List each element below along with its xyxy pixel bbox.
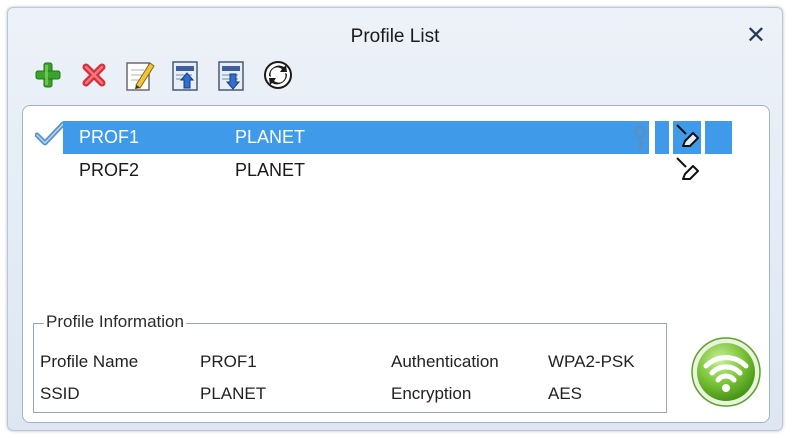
connected-check-icon: [35, 121, 65, 146]
network-type-icon: [676, 157, 699, 180]
profile-row[interactable]: PROF2 PLANET: [63, 154, 649, 187]
profile-row[interactable]: PROF1 PLANET: [63, 121, 649, 154]
encryption-label: Encryption: [391, 384, 472, 403]
profile-name: PROF1: [79, 127, 140, 147]
selection-segment: [705, 121, 732, 154]
toolbar: [30, 56, 296, 94]
profile-name: PROF2: [79, 160, 140, 180]
edit-profile-button[interactable]: [122, 57, 158, 93]
profile-name-label: Profile Name: [40, 352, 139, 371]
ssid-label: SSID: [40, 384, 80, 403]
profile-list-window: Profile List ✕ PROF1 PLANET PROF2 PLANET…: [7, 7, 783, 431]
close-button[interactable]: ✕: [746, 24, 766, 48]
import-profile-button[interactable]: [168, 57, 204, 93]
network-type-icon: [673, 121, 701, 154]
profile-name-value: PROF1: [200, 352, 257, 371]
wifi-icon: [691, 337, 761, 407]
key-icon: [633, 125, 647, 150]
authentication-label: Authentication: [391, 352, 499, 371]
profile-ssid: PLANET: [235, 160, 306, 180]
wifi-connect-button[interactable]: [690, 336, 762, 413]
plus-icon: [35, 62, 61, 88]
authentication-value: WPA2-PSK: [548, 352, 635, 371]
export-document-icon: [218, 61, 244, 91]
import-document-icon: [172, 61, 198, 91]
profile-ssid: PLANET: [235, 127, 306, 147]
refresh-icon: [264, 61, 292, 89]
x-icon: [82, 63, 106, 87]
profile-information-legend: Profile Information: [44, 312, 186, 332]
encryption-value: AES: [548, 384, 583, 403]
edit-document-icon: [126, 62, 155, 91]
window-title: Profile List: [350, 26, 440, 47]
ssid-value: PLANET: [200, 384, 267, 403]
export-profile-button[interactable]: [214, 57, 250, 93]
delete-profile-button[interactable]: [76, 57, 112, 93]
profile-list-panel: PROF1 PLANET PROF2 PLANET Profile Inform…: [22, 105, 770, 423]
connect-profile-button[interactable]: [260, 57, 296, 93]
profile-information-group: Profile Information Profile Name PROF1 A…: [33, 312, 667, 413]
selection-segment: [655, 121, 669, 154]
add-profile-button[interactable]: [30, 57, 66, 93]
